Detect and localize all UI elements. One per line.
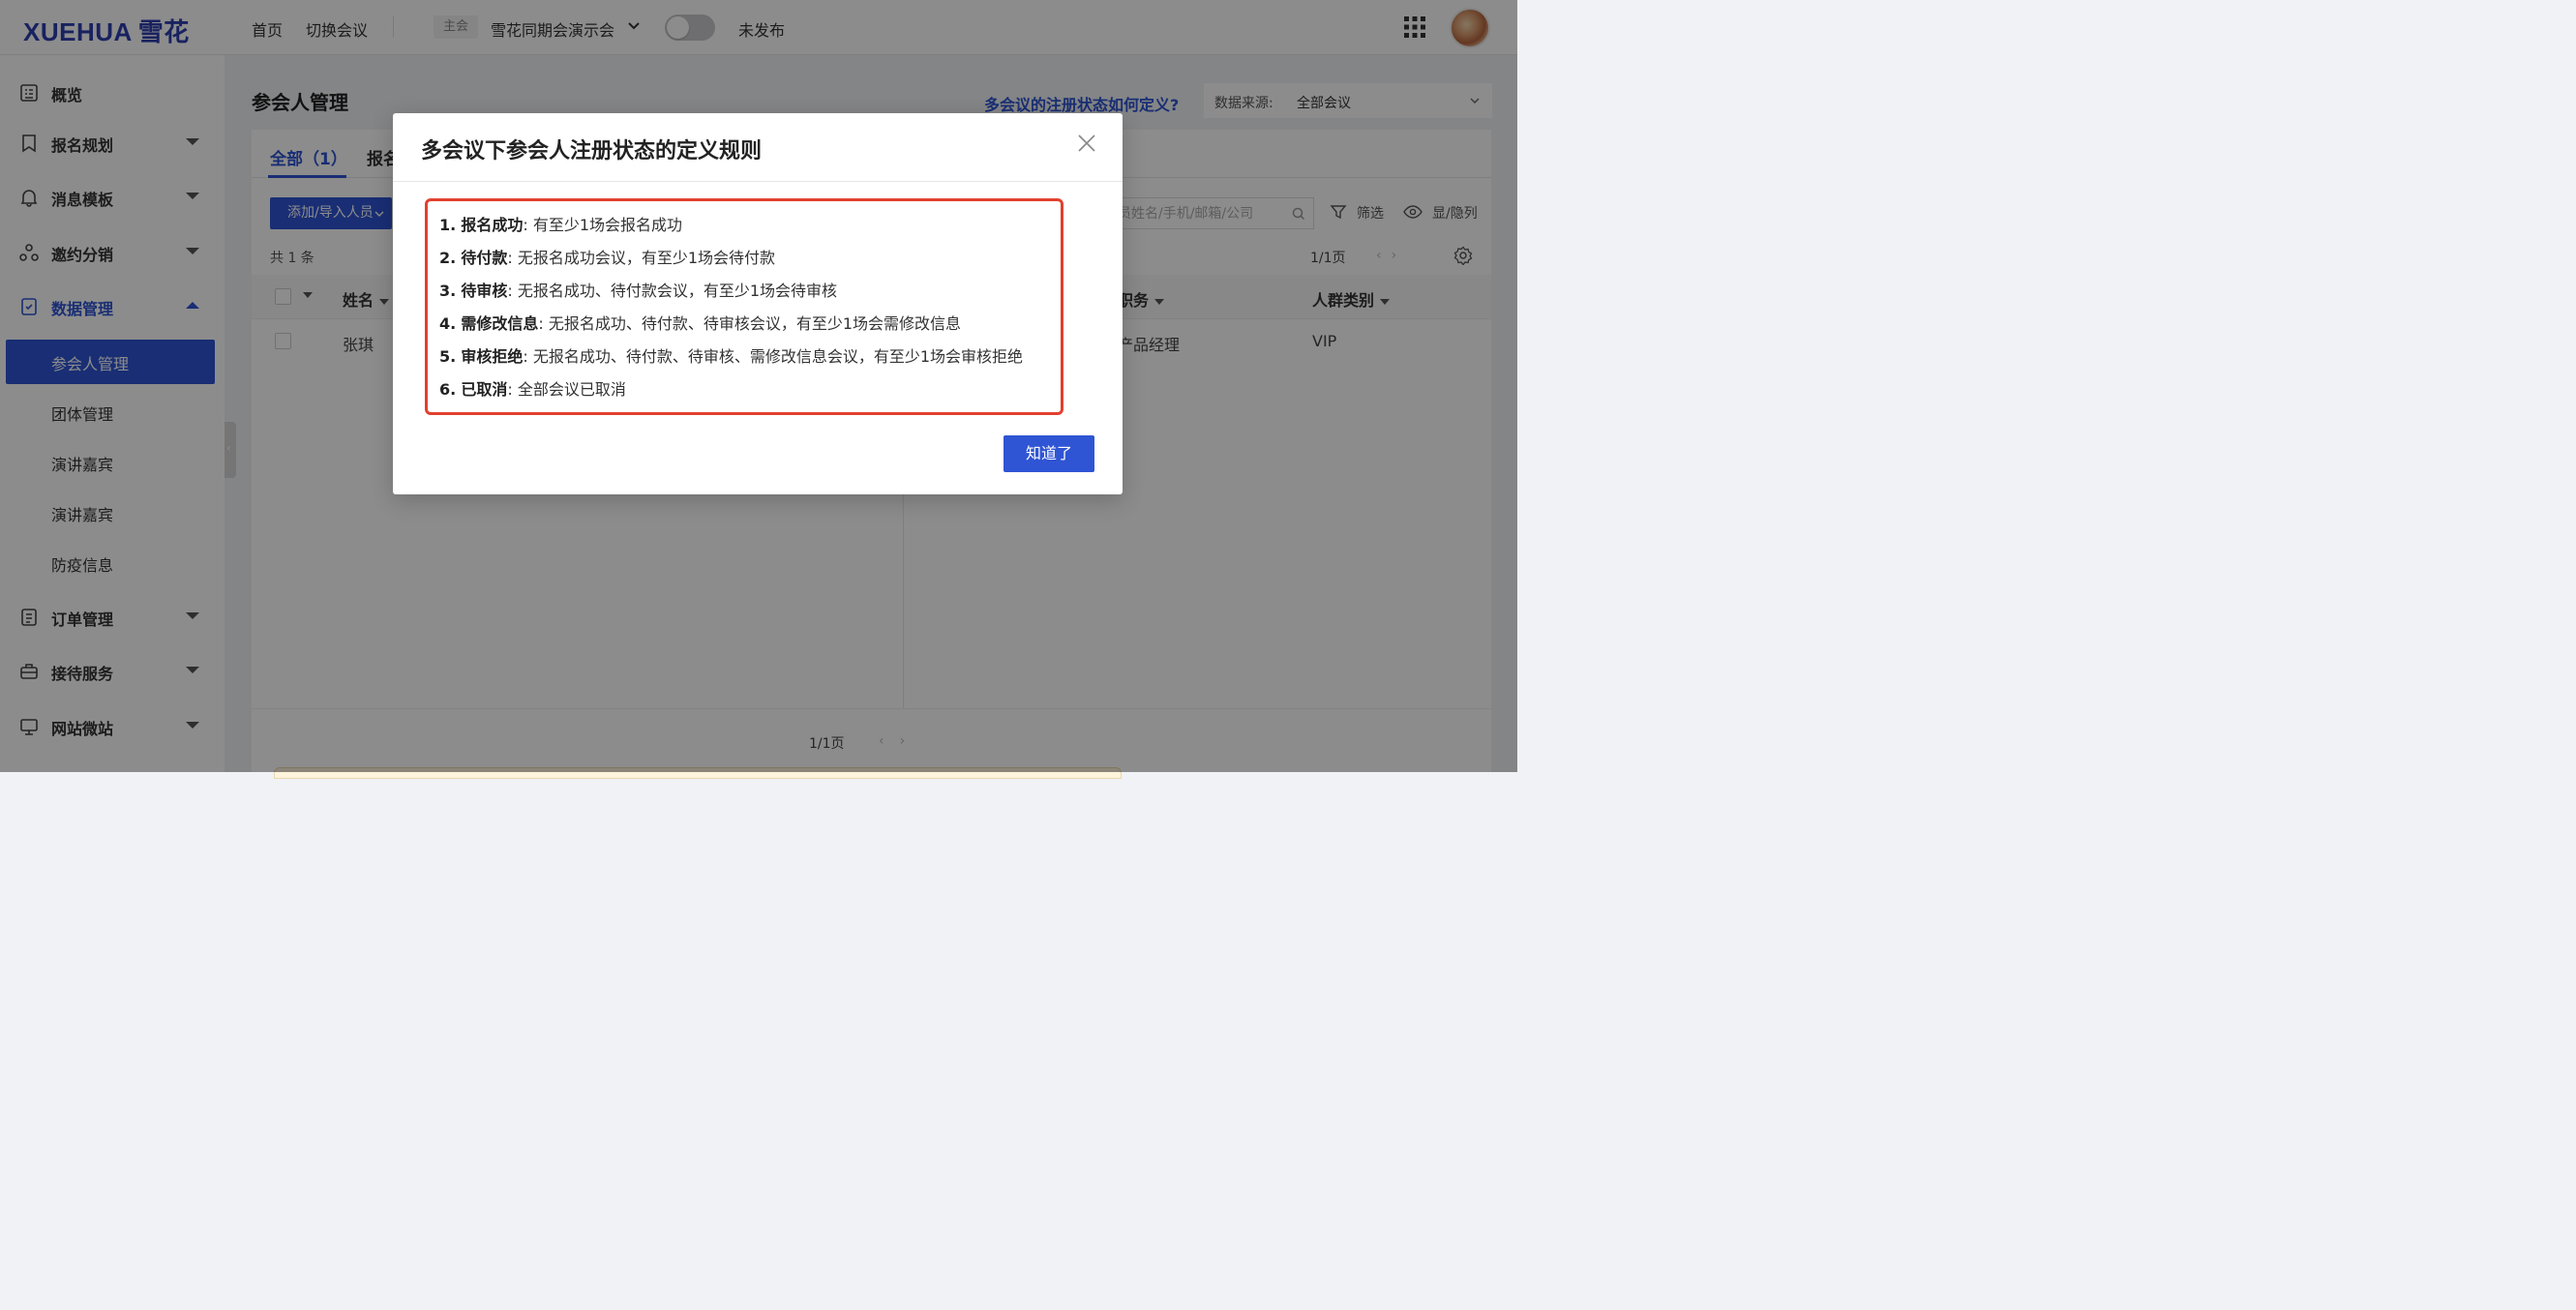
rule-num: 5. [439,347,457,366]
got-it-button[interactable]: 知道了 [1003,435,1094,472]
rule-sep: : [523,216,528,234]
rule-sep: : [507,282,513,300]
status-rules-dialog: 多会议下参会人注册状态的定义规则 1. 报名成功: 有至少1场会报名成功 2. … [393,113,1123,494]
rule-num: 2. [439,249,457,267]
rule-desc: 有至少1场会报名成功 [532,216,682,234]
rule-desc: 无报名成功、待付款、待审核会议，有至少1场会需修改信息 [548,314,961,333]
rule-desc: 无报名成功、待付款会议，有至少1场会待审核 [517,282,837,300]
rule-term: 需修改信息 [461,314,539,333]
rule-num: 6. [439,380,457,399]
dialog-title: 多会议下参会人注册状态的定义规则 [421,139,763,164]
rule-sep: : [538,314,544,333]
rule-term: 报名成功 [461,216,524,234]
rule-term: 待付款 [461,249,508,267]
rule-sep: : [507,249,513,267]
rule-desc: 全部会议已取消 [517,380,626,399]
rule-term: 已取消 [461,380,508,399]
rule-sep: : [507,380,513,399]
rule-desc: 无报名成功、待付款、待审核、需修改信息会议，有至少1场会审核拒绝 [532,347,1023,366]
close-icon[interactable] [1076,133,1097,154]
dialog-divider [393,181,1123,182]
rule-num: 1. [439,216,457,234]
rule-num: 3. [439,282,457,300]
rule-item: 2. 待付款: 无报名成功会议，有至少1场会待付款 [439,245,775,268]
rule-desc: 无报名成功会议，有至少1场会待付款 [517,249,775,267]
rule-sep: : [523,347,528,366]
rule-item: 1. 报名成功: 有至少1场会报名成功 [439,212,682,235]
rule-num: 4. [439,314,457,333]
rule-item: 3. 待审核: 无报名成功、待付款会议，有至少1场会待审核 [439,278,837,301]
rule-item: 4. 需修改信息: 无报名成功、待付款、待审核会议，有至少1场会需修改信息 [439,311,961,334]
rules-highlight-box: 1. 报名成功: 有至少1场会报名成功 2. 待付款: 无报名成功会议，有至少1… [425,198,1063,415]
rule-item: 5. 审核拒绝: 无报名成功、待付款、待审核、需修改信息会议，有至少1场会审核拒… [439,343,1023,367]
rule-item: 6. 已取消: 全部会议已取消 [439,376,626,400]
rule-term: 待审核 [461,282,508,300]
rule-term: 审核拒绝 [461,347,524,366]
